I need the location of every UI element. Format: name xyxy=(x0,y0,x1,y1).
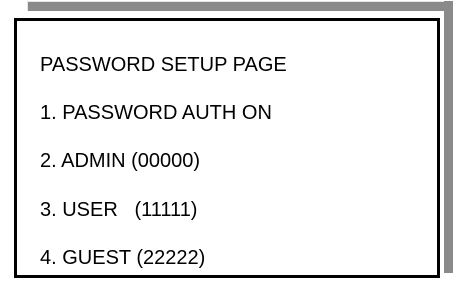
menu-item-guest[interactable]: 4. GUEST (22222) xyxy=(40,246,205,270)
menu-item-password-auth[interactable]: 1. PASSWORD AUTH ON xyxy=(40,101,272,125)
menu-item-user[interactable]: 3. USER (11111) xyxy=(40,198,197,222)
password-setup-panel: PASSWORD SETUP PAGE 1. PASSWORD AUTH ON … xyxy=(14,18,440,278)
window-shadow-highlight-left xyxy=(27,1,28,11)
window-shadow-top xyxy=(27,1,453,11)
page-title: PASSWORD SETUP PAGE xyxy=(40,54,287,76)
window-shadow-highlight xyxy=(27,1,453,2)
menu-item-admin[interactable]: 2. ADMIN (00000) xyxy=(40,149,200,173)
window-shadow-right xyxy=(444,1,453,273)
